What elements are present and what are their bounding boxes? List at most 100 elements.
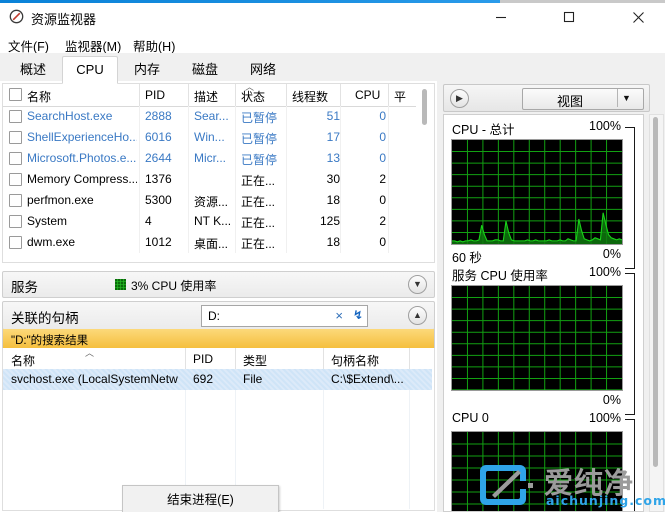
- cell-cpu: 2: [379, 172, 386, 186]
- column-divider[interactable]: [409, 348, 410, 369]
- close-button[interactable]: [616, 3, 661, 31]
- right-panel-toolbar: ▶ 视图 ▼: [443, 84, 650, 112]
- cell-divider: [139, 106, 140, 127]
- cell-status: 正在...: [241, 237, 276, 251]
- window-title: 资源监视器: [31, 12, 97, 27]
- process-scrollbar-thumb[interactable]: [422, 89, 427, 125]
- cell-threads: 30: [326, 172, 340, 186]
- tab-network[interactable]: 网络: [234, 56, 292, 83]
- cell-divider: [139, 148, 140, 169]
- chevron-up-icon[interactable]: ▲: [408, 306, 427, 325]
- row-checkbox[interactable]: [9, 131, 22, 144]
- table-row[interactable]: System 4 NT K... 正在... 125 2: [3, 211, 416, 232]
- column-divider[interactable]: [340, 84, 341, 106]
- row-checkbox[interactable]: [9, 110, 22, 123]
- col-header-desc[interactable]: 描述: [194, 88, 218, 105]
- row-checkbox[interactable]: [9, 152, 22, 165]
- handles-section-header[interactable]: 关联的句柄 D: × ↯ ▲: [2, 301, 435, 330]
- cell-pid: 2888: [145, 109, 172, 123]
- table-row[interactable]: Microsoft.Photos.e... 2644 Micr... 已暂停 1…: [3, 148, 416, 169]
- cell-cpu: 0: [379, 130, 386, 144]
- process-table-header: 名称 PID 描述 状态 ︿ 线程数 CPU 平: [3, 82, 416, 107]
- cell-divider: [388, 190, 389, 211]
- table-row[interactable]: svchost.exe (LocalSystemNetw 692 File C:…: [3, 369, 432, 390]
- cell-desc: 桌面...: [194, 237, 229, 251]
- tab-memory[interactable]: 内存: [118, 56, 176, 83]
- chevron-right-icon[interactable]: ▶: [450, 89, 469, 108]
- cell-threads: 13: [326, 151, 340, 165]
- cell-divider: [388, 232, 389, 253]
- column-divider[interactable]: [235, 348, 236, 369]
- minimize-button[interactable]: [478, 3, 523, 31]
- col-header-avg[interactable]: 平: [394, 88, 406, 105]
- right-column: ▶ 视图 ▼ CPU - 总计 100% 60 秒 0% 服务 CPU 使用率 …: [437, 81, 665, 512]
- handles-title: 关联的句柄: [11, 311, 79, 326]
- handle-search-input[interactable]: D: × ↯: [201, 305, 368, 327]
- clear-search-icon[interactable]: ×: [335, 308, 343, 323]
- tab-strip: 概述 CPU 内存 磁盘 网络: [0, 53, 665, 84]
- cell-divider: [188, 190, 189, 211]
- cell-divider: [340, 148, 341, 169]
- chevron-down-icon[interactable]: ▼: [622, 93, 631, 103]
- row-checkbox[interactable]: [9, 194, 22, 207]
- context-menu-item-end-process[interactable]: 结束进程(E): [123, 486, 278, 512]
- view-dropdown-button[interactable]: 视图 ▼: [522, 88, 644, 110]
- tab-disk[interactable]: 磁盘: [176, 56, 234, 83]
- process-table: 名称 PID 描述 状态 ︿ 线程数 CPU 平 SearchHost.exe …: [0, 81, 437, 263]
- handle-col-pid[interactable]: PID: [193, 352, 213, 366]
- row-checkbox[interactable]: [9, 236, 22, 249]
- cell-desc: Sear...: [194, 109, 229, 123]
- handle-col-type[interactable]: 类型: [243, 352, 267, 369]
- column-divider[interactable]: [388, 84, 389, 106]
- cell-name: Memory Compress...: [27, 172, 137, 186]
- table-row[interactable]: SearchHost.exe 2888 Sear... 已暂停 51 0: [3, 106, 416, 127]
- right-panel-scrollbar-thumb[interactable]: [653, 117, 658, 467]
- cell-divider: [340, 127, 341, 148]
- cell-threads: 18: [326, 235, 340, 249]
- cell-divider: [139, 232, 140, 253]
- cell-name: svchost.exe (LocalSystemNetw: [11, 372, 178, 386]
- handle-search-value: D:: [208, 309, 220, 323]
- graph-canvas: [451, 139, 623, 245]
- col-header-cpu[interactable]: CPU: [355, 88, 380, 102]
- column-divider[interactable]: [286, 84, 287, 106]
- graph-max-value: 100%: [589, 265, 621, 279]
- table-row[interactable]: ShellExperienceHo... 6016 Win... 已暂停 17 …: [3, 127, 416, 148]
- cell-divider: [235, 148, 236, 169]
- chevron-down-icon[interactable]: ▼: [408, 275, 427, 294]
- tab-cpu[interactable]: CPU: [62, 56, 118, 84]
- cell-name: perfmon.exe: [27, 193, 94, 207]
- graph-time-label: 60 秒: [452, 251, 482, 265]
- cell-divider: [235, 211, 236, 232]
- refresh-search-icon[interactable]: ↯: [353, 308, 363, 322]
- select-all-checkbox[interactable]: [9, 88, 22, 101]
- row-checkbox[interactable]: [9, 173, 22, 186]
- handle-col-name[interactable]: 名称: [11, 352, 35, 369]
- column-divider[interactable]: [188, 84, 189, 106]
- col-header-pid[interactable]: PID: [145, 88, 165, 102]
- column-divider[interactable]: [235, 84, 236, 106]
- table-row[interactable]: Memory Compress... 1376 正在... 30 2: [3, 169, 416, 190]
- cell-divider: [388, 148, 389, 169]
- maximize-button[interactable]: [546, 3, 591, 31]
- tab-overview[interactable]: 概述: [4, 56, 62, 83]
- column-divider[interactable]: [139, 84, 140, 106]
- cell-desc: Win...: [194, 130, 225, 144]
- table-row[interactable]: dwm.exe 1012 桌面... 正在... 18 0: [3, 232, 416, 253]
- column-divider[interactable]: [323, 348, 324, 369]
- handle-col-handlename[interactable]: 句柄名称: [331, 352, 379, 369]
- column-divider[interactable]: [185, 348, 186, 369]
- col-header-threads[interactable]: 线程数: [292, 88, 328, 105]
- cell-divider: [388, 127, 389, 148]
- cell-divider: [235, 127, 236, 148]
- cell-divider: [139, 127, 140, 148]
- col-header-name[interactable]: 名称: [27, 88, 51, 105]
- table-row[interactable]: perfmon.exe 5300 资源... 正在... 18 0: [3, 190, 416, 211]
- graph-max-value: 100%: [589, 119, 621, 133]
- cell-divider: [188, 232, 189, 253]
- handles-table-header: 名称 ︿ PID 类型 句柄名称: [3, 348, 432, 370]
- services-section-header[interactable]: 服务 3% CPU 使用率 ▼: [2, 271, 435, 298]
- graph-axis-bracket: [625, 127, 635, 269]
- row-checkbox[interactable]: [9, 215, 22, 228]
- cell-name: Microsoft.Photos.e...: [27, 151, 137, 165]
